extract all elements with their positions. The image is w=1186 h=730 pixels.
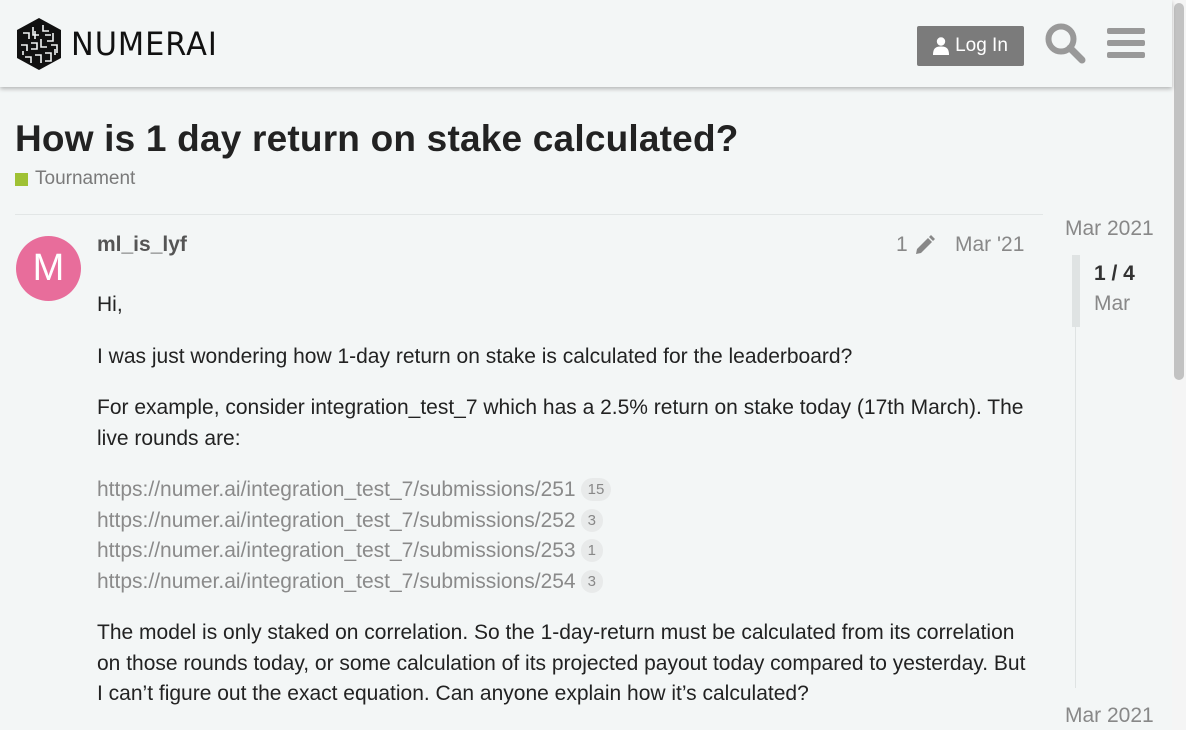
click-count-badge: 1 xyxy=(580,539,603,562)
timeline-position: 1 / 4 xyxy=(1094,262,1135,285)
post-paragraph: For example, consider integration_test_7… xyxy=(97,396,1024,450)
click-count-badge: 15 xyxy=(580,478,612,501)
submission-link[interactable]: https://numer.ai/integration_test_7/subm… xyxy=(97,567,1037,598)
login-label: Log In xyxy=(955,35,1008,56)
site-header: NUMERAI Log In xyxy=(0,0,1172,87)
click-count-badge: 3 xyxy=(580,569,603,593)
topic-title[interactable]: How is 1 day return on stake calculated? xyxy=(15,118,739,160)
edit-count: 1 xyxy=(896,233,908,256)
menu-icon[interactable] xyxy=(1107,26,1145,60)
timeline-start-date[interactable]: Mar 2021 xyxy=(1065,217,1154,241)
submission-link[interactable]: https://numer.ai/integration_test_7/subm… xyxy=(97,506,1037,537)
numerai-logo-icon xyxy=(17,18,61,70)
scrollbar-thumb[interactable] xyxy=(1174,3,1184,380)
post-date[interactable]: Mar '21 xyxy=(955,233,1024,257)
search-icon[interactable] xyxy=(1044,22,1086,64)
logo-wordmark: NUMERAI xyxy=(71,25,218,63)
avatar-letter: M xyxy=(32,247,65,289)
click-count-badge: 3 xyxy=(580,508,603,532)
topic-divider xyxy=(15,214,1043,215)
post-paragraph: I was just wondering how 1-day return on… xyxy=(97,344,853,368)
post-paragraph: The model is only staked on correlation.… xyxy=(97,621,1026,705)
site-logo[interactable]: NUMERAI xyxy=(15,17,225,71)
user-icon xyxy=(933,37,950,55)
submission-link[interactable]: https://numer.ai/integration_test_7/subm… xyxy=(97,536,1037,567)
timeline-end-date[interactable]: Mar 2021 xyxy=(1065,704,1154,728)
category-badge[interactable]: Tournament xyxy=(15,168,135,190)
post-username[interactable]: ml_is_lyf xyxy=(97,233,187,257)
timeline-handle[interactable] xyxy=(1072,255,1080,327)
avatar[interactable]: M xyxy=(16,236,81,301)
post-body: Hi, I was just wondering how 1-day retur… xyxy=(97,290,1037,730)
category-color-swatch xyxy=(15,172,28,186)
login-button[interactable]: Log In xyxy=(917,26,1024,66)
edit-history-button[interactable]: 1 xyxy=(896,233,936,257)
pencil-icon xyxy=(915,235,935,254)
category-label: Tournament xyxy=(35,168,136,189)
submission-link[interactable]: https://numer.ai/integration_test_7/subm… xyxy=(97,475,1037,506)
timeline-month: Mar xyxy=(1094,292,1131,315)
link-list: https://numer.ai/integration_test_7/subm… xyxy=(97,475,1037,597)
post-greeting: Hi, xyxy=(97,293,123,316)
